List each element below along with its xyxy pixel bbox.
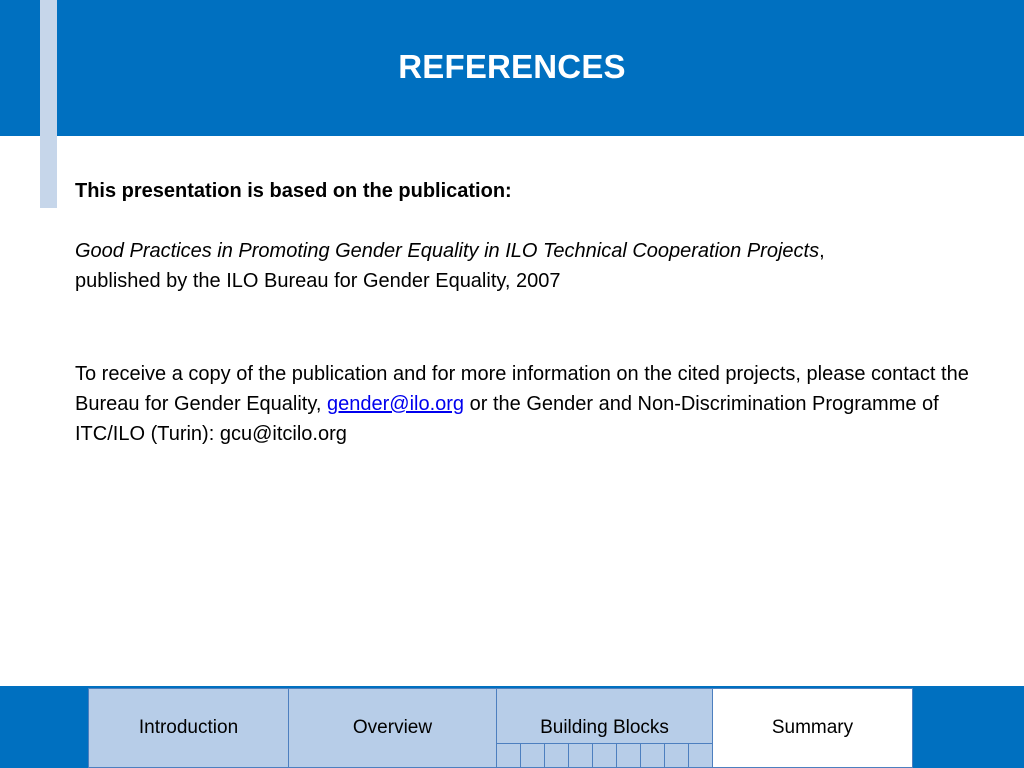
tab-summary-active[interactable]: Summary — [712, 688, 913, 768]
publication-comma: , — [819, 240, 825, 262]
slide: REFERENCES This presentation is based on… — [0, 0, 1024, 768]
lead-text: This presentation is based on the public… — [75, 180, 512, 202]
contact-paragraph: To receive a copy of the publication and… — [75, 359, 975, 449]
sub-nav-cell[interactable] — [497, 744, 521, 767]
publication-title: Good Practices in Promoting Gender Equal… — [75, 240, 820, 262]
tab-label: Summary — [771, 717, 854, 738]
publication-reference: Good Practices in Promoting Gender Equal… — [75, 236, 975, 296]
slide-title: REFERENCES — [398, 48, 626, 85]
tab-overview[interactable]: Overview — [288, 688, 497, 768]
tab-label: Building Blocks — [540, 717, 669, 738]
building-blocks-sub-nav — [497, 743, 712, 767]
sub-nav-cell[interactable] — [593, 744, 617, 767]
accent-stripe — [40, 0, 57, 208]
sub-nav-cell[interactable] — [641, 744, 665, 767]
sub-nav-cell[interactable] — [521, 744, 545, 767]
sub-nav-cell[interactable] — [665, 744, 689, 767]
publication-details: published by the ILO Bureau for Gender E… — [75, 270, 561, 292]
sub-nav-cell[interactable] — [689, 744, 712, 767]
tab-introduction[interactable]: Introduction — [88, 688, 289, 768]
tab-label: Introduction — [138, 717, 239, 738]
slide-content: This presentation is based on the public… — [75, 176, 975, 449]
sub-nav-cell[interactable] — [617, 744, 641, 767]
tab-building-blocks[interactable]: Building Blocks — [496, 688, 713, 768]
tab-label: Overview — [352, 717, 433, 738]
sub-nav-cell[interactable] — [569, 744, 593, 767]
sub-nav-cell[interactable] — [545, 744, 569, 767]
email-link[interactable]: gender@ilo.org — [327, 393, 464, 415]
